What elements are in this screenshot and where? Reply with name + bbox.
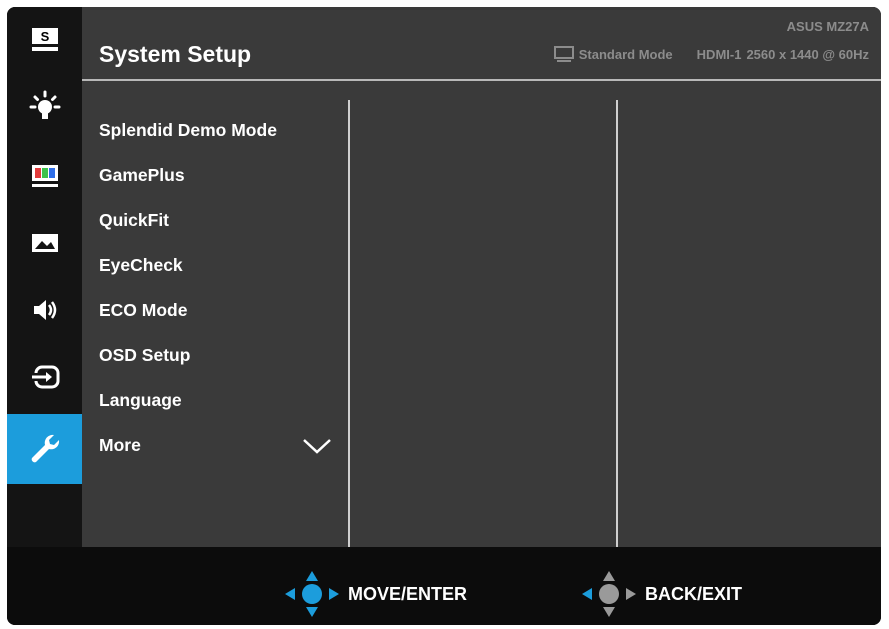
column-divider-2 bbox=[616, 100, 618, 547]
sidebar: S bbox=[7, 7, 82, 547]
input-icon bbox=[30, 365, 59, 389]
status-bar: Standard Mode HDMI-1 2560 x 1440 @ 60Hz bbox=[553, 46, 869, 63]
move-enter-hint: MOVE/ENTER bbox=[282, 569, 467, 619]
sidebar-item-color[interactable] bbox=[7, 143, 82, 209]
sidebar-item-system-setup[interactable] bbox=[7, 414, 82, 484]
picture-icon bbox=[31, 234, 58, 252]
resolution: 2560 x 1440 @ 60Hz bbox=[746, 47, 869, 62]
back-exit-label: BACK/EXIT bbox=[645, 583, 743, 604]
bulb-icon bbox=[29, 90, 60, 119]
chevron-down-icon bbox=[303, 438, 331, 454]
sidebar-item-image[interactable] bbox=[7, 210, 82, 276]
menu-item-gameplus[interactable]: GamePlus bbox=[99, 153, 339, 198]
color-bars-icon bbox=[31, 165, 58, 187]
menu-item-quickfit[interactable]: QuickFit bbox=[99, 198, 339, 243]
sidebar-item-input-select[interactable] bbox=[7, 344, 82, 410]
footer: MOVE/ENTER BACK/EXIT bbox=[7, 547, 881, 625]
model-name: ASUS MZ27A bbox=[786, 19, 869, 34]
five-way-navigation-icon bbox=[285, 571, 339, 617]
menu-item-osd-setup[interactable]: OSD Setup bbox=[99, 333, 339, 378]
picture-mode: Standard Mode bbox=[578, 47, 673, 62]
svg-text:S: S bbox=[40, 29, 49, 44]
menu-item-more[interactable]: More bbox=[99, 423, 339, 468]
header-divider bbox=[82, 79, 881, 81]
monitor-icon bbox=[553, 46, 574, 62]
sidebar-item-sound[interactable] bbox=[7, 277, 82, 343]
menu-item-language[interactable]: Language bbox=[99, 378, 339, 423]
speaker-icon bbox=[33, 300, 56, 320]
main-panel: ASUS MZ27A System Setup Standard Mode HD… bbox=[82, 7, 881, 547]
menu-item-splendid-demo-mode[interactable]: Splendid Demo Mode bbox=[99, 108, 339, 153]
menu-item-eyecheck[interactable]: EyeCheck bbox=[99, 243, 339, 288]
osd-frame: S ASUS MZ27A System Setup Standard Mode … bbox=[7, 7, 881, 625]
column-divider-1 bbox=[348, 100, 350, 547]
splendid-s-icon: S bbox=[31, 28, 58, 51]
menu-item-eco-mode[interactable]: ECO Mode bbox=[99, 288, 339, 333]
wrench-icon bbox=[31, 434, 59, 463]
back-navigation-icon bbox=[582, 571, 636, 617]
sidebar-item-blue-light-filter[interactable] bbox=[7, 75, 82, 141]
move-enter-label: MOVE/ENTER bbox=[348, 583, 468, 604]
input-source: HDMI-1 bbox=[696, 47, 742, 62]
page-title: System Setup bbox=[99, 41, 252, 67]
sidebar-item-splendid[interactable]: S bbox=[7, 7, 82, 73]
menu-list: Splendid Demo Mode GamePlus QuickFit Eye… bbox=[99, 108, 339, 468]
back-exit-hint: BACK/EXIT bbox=[579, 569, 742, 619]
